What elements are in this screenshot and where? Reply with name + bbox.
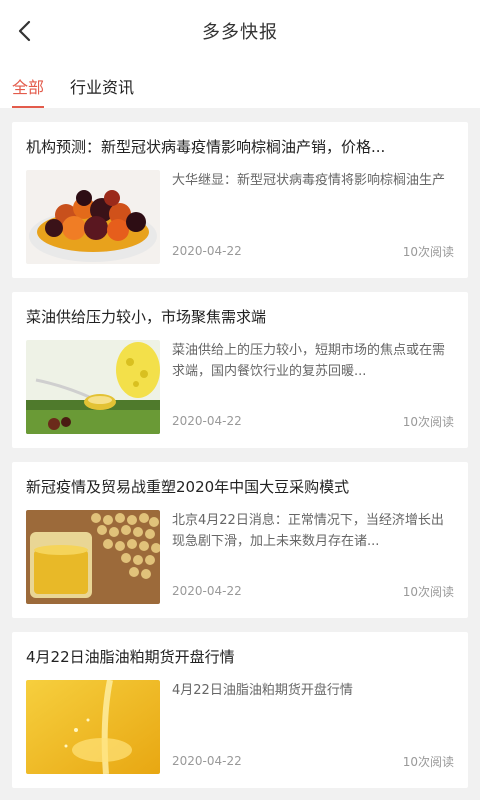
- soybean-oil-thumbnail: [26, 510, 160, 604]
- article-summary: 4月22日油脂油粕期货开盘行情: [172, 683, 353, 698]
- rapeseed-oil-thumbnail: [26, 340, 160, 434]
- article-summary: 大华继显：新型冠状病毒疫情将影响棕榈油生产: [172, 173, 446, 188]
- article-title: 菜油供给压力较小，市场聚焦需求端: [26, 308, 267, 326]
- article-date: 2020-04-22: [172, 754, 242, 768]
- page-title: 多多快报: [202, 22, 278, 43]
- read-count: 10次阅读: [402, 415, 454, 429]
- read-count: 10次阅读: [402, 755, 454, 769]
- article-title: 新冠疫情及贸易战重塑2020年中国大豆采购模式: [26, 478, 350, 496]
- article-title: 4月22日油脂油粕期货开盘行情: [26, 648, 235, 666]
- article-summary: 菜油供给上的压力较小，短期市场的焦点或在需求端，国内餐饮行业的复苏回暖...: [172, 343, 446, 379]
- chevron-left-icon[interactable]: [14, 19, 38, 43]
- article-list: 机构预测：新型冠状病毒疫情影响棕榈油产销，价格... 大华继显：新型冠状病毒疫情…: [0, 108, 480, 788]
- pouring-oil-thumbnail: [26, 680, 160, 774]
- article-card[interactable]: 机构预测：新型冠状病毒疫情影响棕榈油产销，价格... 大华继显：新型冠状病毒疫情…: [12, 122, 468, 278]
- article-card[interactable]: 新冠疫情及贸易战重塑2020年中国大豆采购模式 北京4月22日消息：正常情况下，…: [12, 462, 468, 618]
- article-date: 2020-04-22: [172, 584, 242, 598]
- article-date: 2020-04-22: [172, 414, 242, 428]
- read-count: 10次阅读: [402, 585, 454, 599]
- tab-all[interactable]: 全部: [12, 62, 45, 108]
- article-card[interactable]: 菜油供给压力较小，市场聚焦需求端 菜油供给上的压力较小，短期市场的焦点或在需求端…: [12, 292, 468, 448]
- palm-fruit-thumbnail: [26, 170, 160, 264]
- app-header: 多多快报: [0, 0, 480, 62]
- read-count: 10次阅读: [402, 245, 454, 259]
- article-title: 机构预测：新型冠状病毒疫情影响棕榈油产销，价格...: [26, 138, 386, 156]
- article-date: 2020-04-22: [172, 244, 242, 258]
- article-card[interactable]: 4月22日油脂油粕期货开盘行情 4月22日油脂油粕期货开盘行情 2020-04-…: [12, 632, 468, 788]
- tab-bar: 全部 行业资讯: [0, 62, 480, 108]
- article-summary: 北京4月22日消息：正常情况下，当经济增长出现急剧下滑，加上未来数月存在诸...: [172, 513, 444, 549]
- tab-industry-news[interactable]: 行业资讯: [70, 62, 134, 108]
